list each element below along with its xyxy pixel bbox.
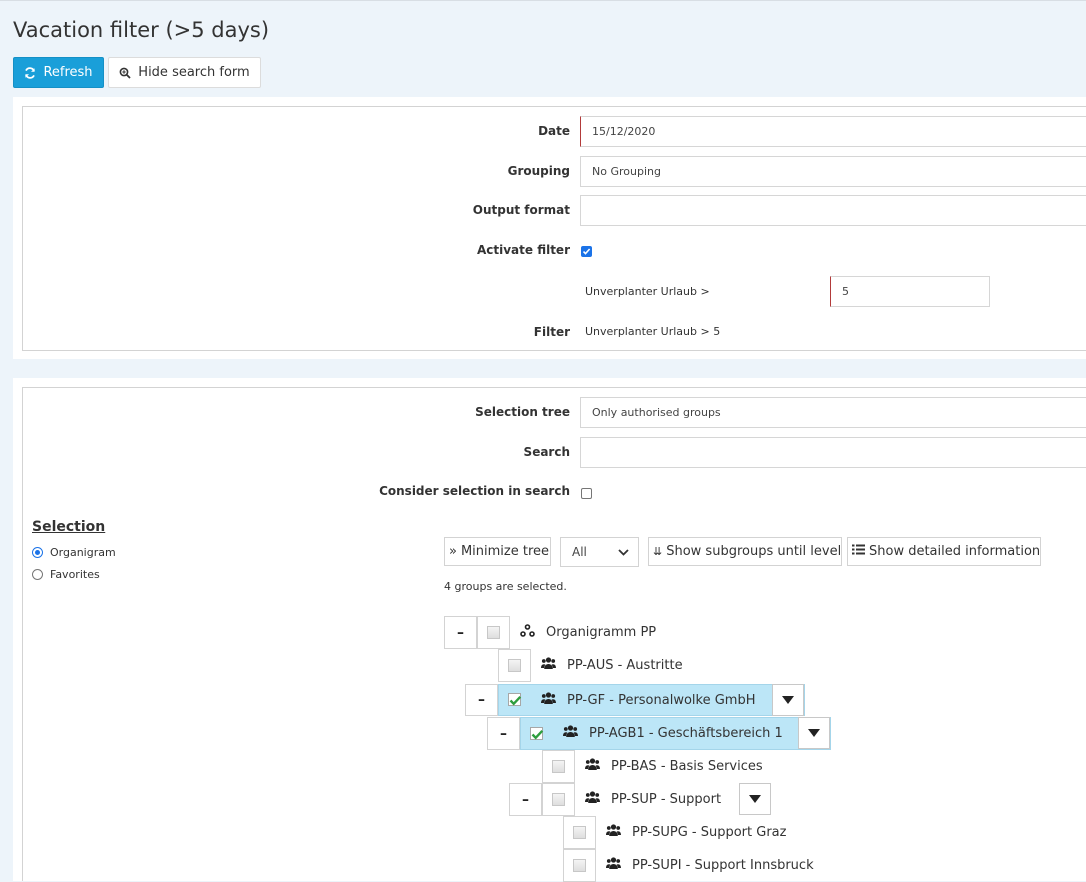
- show-detailed-info-label: Show detailed information: [869, 544, 1041, 559]
- radio-organigram-label: Organigram: [50, 546, 116, 559]
- selection-tree-select[interactable]: Only authorised groups: [580, 397, 1086, 428]
- show-detailed-info-button[interactable]: Show detailed information: [847, 537, 1041, 566]
- hide-search-form-label: Hide search form: [138, 65, 250, 80]
- sitemap-icon: [520, 624, 535, 641]
- minus-icon: –: [478, 692, 485, 708]
- double-chevron-icon: »: [449, 544, 457, 559]
- minimize-tree-label: Minimize tree: [460, 544, 550, 559]
- caret-down-icon: [782, 696, 794, 704]
- tree-node-label: PP-GF - Personalwolke GmbH: [567, 692, 756, 708]
- date-label: Date: [538, 124, 570, 138]
- tree-node[interactable]: PP-AUS - Austritte: [541, 657, 683, 673]
- threshold-input-value: 5: [842, 285, 849, 298]
- selection-heading: Selection: [32, 519, 106, 535]
- hide-search-form-button[interactable]: Hide search form: [108, 57, 261, 88]
- tree-node-label: Organigramm PP: [546, 625, 657, 640]
- list-icon: [852, 544, 865, 559]
- radio-favorites[interactable]: Favorites: [32, 568, 100, 581]
- tree-node-checkbox[interactable]: [487, 626, 500, 639]
- refresh-button[interactable]: Refresh: [13, 57, 104, 88]
- tree-node[interactable]: PP-SUPG - Support Graz: [606, 824, 786, 840]
- users-icon: [563, 725, 578, 741]
- tree-node-label: PP-AUS - Austritte: [567, 657, 683, 673]
- grouping-select-value: No Grouping: [592, 165, 661, 178]
- threshold-input[interactable]: 5: [830, 276, 990, 307]
- tree-node[interactable]: PP-GF - Personalwolke GmbH: [541, 692, 756, 708]
- tree-node-checkbox[interactable]: [508, 693, 522, 706]
- refresh-button-label: Refresh: [43, 65, 93, 80]
- search-label: Search: [523, 445, 570, 459]
- users-icon: [585, 791, 600, 807]
- double-chevron-down-icon: ⇊: [653, 545, 663, 558]
- users-icon: [606, 824, 621, 840]
- radio-organigram-dot[interactable]: [32, 547, 43, 558]
- consider-selection-checkbox[interactable]: [581, 488, 592, 499]
- radio-favorites-dot[interactable]: [32, 569, 43, 580]
- minus-icon: –: [522, 791, 529, 808]
- filter-label: Filter: [533, 325, 570, 339]
- level-select[interactable]: All: [560, 537, 639, 567]
- grouping-select[interactable]: No Grouping: [580, 156, 1086, 187]
- tree-node[interactable]: Organigramm PP: [520, 624, 656, 641]
- activate-filter-label: Activate filter: [476, 243, 570, 257]
- tree-node[interactable]: PP-SUP - Support: [585, 791, 721, 807]
- minimize-tree-button[interactable]: » Minimize tree: [444, 537, 551, 566]
- show-subgroups-label: Show subgroups until level: [666, 544, 842, 559]
- tree-node-checkbox[interactable]: [530, 727, 544, 740]
- search-input[interactable]: [580, 437, 1086, 468]
- date-field-value: 15/12/2020: [592, 125, 656, 138]
- check-icon: [531, 729, 544, 740]
- minus-icon: –: [457, 624, 464, 641]
- filter-value: Unverplanter Urlaub > 5: [585, 325, 721, 338]
- tree-node-label: PP-SUPI - Support Innsbruck: [632, 857, 814, 873]
- tree-node[interactable]: PP-SUPI - Support Innsbruck: [606, 857, 814, 873]
- tree-collapse-toggle[interactable]: –: [509, 783, 542, 816]
- show-subgroups-button[interactable]: ⇊ Show subgroups until level: [648, 537, 842, 566]
- activate-filter-checkbox[interactable]: [581, 246, 592, 257]
- users-icon: [541, 657, 556, 673]
- users-icon: [585, 758, 600, 774]
- check-icon: [509, 695, 522, 706]
- tree-collapse-toggle[interactable]: –: [444, 616, 477, 649]
- tree-node-dropdown[interactable]: [739, 783, 771, 815]
- minus-icon: –: [500, 725, 507, 742]
- tree-node-label: PP-AGB1 - Geschäftsbereich 1: [589, 725, 783, 741]
- tree-node-checkbox[interactable]: [552, 793, 565, 806]
- tree-node-checkbox[interactable]: [573, 859, 586, 872]
- check-icon: [582, 248, 591, 255]
- tree-node-dropdown[interactable]: [772, 684, 804, 716]
- caret-down-icon: [749, 795, 761, 803]
- tree-collapse-toggle[interactable]: –: [465, 684, 498, 716]
- tree-node-dropdown[interactable]: [798, 717, 830, 749]
- tree-node-label: PP-BAS - Basis Services: [611, 758, 763, 774]
- top-border: [0, 0, 1086, 1]
- tree-node-checkbox[interactable]: [508, 659, 521, 672]
- output-format-label: Output format: [472, 203, 570, 217]
- selection-tree-value: Only authorised groups: [592, 406, 721, 419]
- tree-node-label: PP-SUP - Support: [611, 791, 722, 807]
- selected-count-text: 4 groups are selected.: [444, 580, 567, 593]
- tree-node[interactable]: PP-BAS - Basis Services: [585, 758, 763, 774]
- tree-node-checkbox[interactable]: [552, 760, 565, 773]
- consider-selection-label: Consider selection in search: [379, 484, 570, 498]
- grouping-label: Grouping: [507, 164, 570, 178]
- tree-node-label: PP-SUPG - Support Graz: [632, 824, 787, 840]
- refresh-icon: [24, 66, 36, 79]
- radio-favorites-label: Favorites: [50, 568, 100, 581]
- page-title: Vacation filter (>5 days): [13, 18, 270, 42]
- date-field[interactable]: 15/12/2020: [580, 116, 1086, 147]
- caret-down-icon: [808, 729, 820, 737]
- chevron-down-icon: [618, 548, 629, 556]
- tree-node[interactable]: PP-AGB1 - Geschäftsbereich 1: [563, 725, 783, 741]
- radio-organigram[interactable]: Organigram: [32, 546, 116, 559]
- zoom-icon: [119, 67, 131, 79]
- tree-node-checkbox[interactable]: [573, 826, 586, 839]
- level-select-value: All: [572, 545, 587, 559]
- tree-collapse-toggle[interactable]: –: [487, 717, 520, 750]
- output-format-select[interactable]: [580, 195, 1086, 226]
- users-icon: [541, 692, 556, 708]
- selection-tree-label: Selection tree: [475, 405, 570, 419]
- threshold-label: Unverplanter Urlaub >: [585, 285, 710, 298]
- users-icon: [606, 857, 621, 873]
